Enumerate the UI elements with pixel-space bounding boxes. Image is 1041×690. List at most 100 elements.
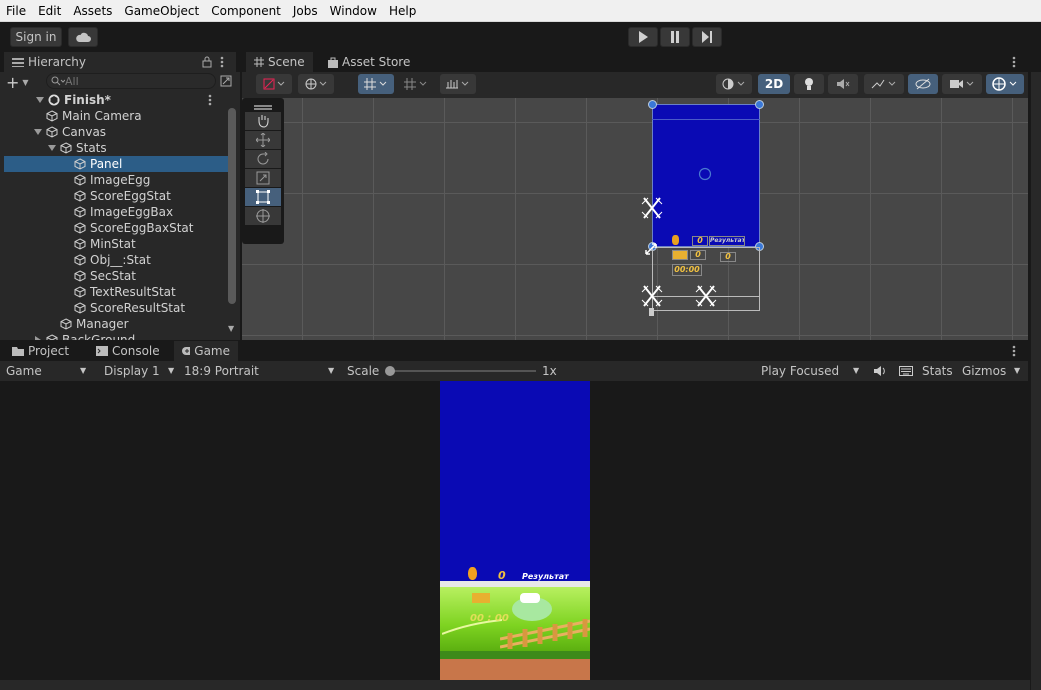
gameobject-cube-icon — [74, 190, 86, 202]
scale-value: 1x — [542, 364, 557, 378]
handle-top-left[interactable] — [648, 100, 657, 109]
hierarchy-item-background[interactable]: BackGround — [0, 332, 224, 340]
hierarchy-search-input[interactable] — [65, 74, 205, 88]
2d-toggle-button[interactable]: 2D — [758, 74, 790, 94]
menu-jobs[interactable]: Jobs — [287, 0, 324, 22]
menu-help[interactable]: Help — [383, 0, 422, 22]
hierarchy-item-label: ScoreResultStat — [90, 301, 186, 315]
rotate-tool-button[interactable] — [245, 150, 281, 168]
hierarchy-item-label: Main Camera — [62, 109, 142, 123]
collapse-arrow-icon[interactable] — [35, 336, 41, 340]
expand-arrow-icon[interactable] — [34, 129, 42, 135]
menu-edit[interactable]: Edit — [32, 0, 67, 22]
hierarchy-item-secstat[interactable]: SecStat — [0, 268, 224, 284]
stats-button[interactable]: Stats — [922, 361, 953, 381]
anchor-icon[interactable] — [640, 284, 664, 308]
move-tool-button[interactable] — [245, 131, 281, 149]
hierarchy-item-obj-stat[interactable]: Obj__:Stat — [0, 252, 224, 268]
hierarchy-item-panel[interactable]: Panel — [4, 156, 228, 172]
egg-box-preview — [672, 250, 688, 260]
rect-tool-button[interactable] — [245, 188, 281, 206]
tab-scene[interactable]: Scene — [246, 52, 313, 72]
scene-kebab-icon[interactable] — [1012, 56, 1016, 68]
hierarchy-item-textresultstat[interactable]: TextResultStat — [0, 284, 224, 300]
scene-visibility-icon[interactable] — [220, 75, 232, 87]
effects-button[interactable] — [864, 74, 904, 94]
display-dropdown[interactable]: Display 1 ▼ — [104, 361, 180, 381]
score3-preview: 0 — [720, 252, 736, 262]
grid-snap-button[interactable] — [358, 74, 394, 94]
gizmos-dropdown[interactable]: Gizmos ▼ — [962, 361, 1026, 381]
pivot-icon[interactable] — [698, 167, 712, 181]
tab-project[interactable]: Project — [4, 341, 77, 361]
shading-mode-button[interactable] — [716, 74, 752, 94]
gizmos-toggle-button[interactable] — [986, 74, 1024, 94]
bottom-tabbar: Project Console Game — [0, 341, 1028, 361]
create-button[interactable]: + ▼ — [6, 73, 36, 92]
anchor-icon[interactable] — [694, 284, 718, 308]
lock-icon[interactable] — [202, 56, 212, 68]
keyboard-icon[interactable] — [899, 365, 913, 377]
tab-asset-store[interactable]: Asset Store — [320, 52, 418, 72]
anchor-icon[interactable] — [640, 196, 664, 220]
game-view-dropdown[interactable]: Game ▼ — [6, 361, 92, 381]
grid-snap-icon — [364, 78, 387, 90]
hierarchy-item-imageeggbax[interactable]: ImageEggBax — [0, 204, 224, 220]
hierarchy-item-label: Panel — [90, 157, 123, 171]
hierarchy-item-stats[interactable]: Stats — [0, 140, 224, 156]
hierarchy-item-manager[interactable]: Manager — [0, 316, 224, 332]
step-button[interactable] — [692, 27, 722, 47]
tab-console[interactable]: Console — [88, 341, 168, 361]
egg-image-preview — [672, 235, 679, 245]
play-button[interactable] — [628, 27, 658, 47]
kebab-menu-icon[interactable] — [220, 56, 224, 68]
aspect-dropdown[interactable]: 18:9 Portrait ▼ — [184, 361, 338, 381]
transform-tool-button[interactable] — [245, 207, 281, 225]
menu-file[interactable]: File — [0, 0, 32, 22]
handle-top-right[interactable] — [755, 100, 764, 109]
palette-handle[interactable] — [245, 101, 281, 111]
scale-slider-track[interactable] — [390, 370, 536, 372]
small-handle[interactable] — [649, 308, 654, 316]
hierarchy-item-minstat[interactable]: MinStat — [0, 236, 224, 252]
bottom-kebab-icon[interactable] — [1012, 345, 1016, 357]
hierarchy-search[interactable] — [46, 73, 216, 89]
inspector-tab-edge[interactable] — [1031, 52, 1041, 72]
speaker-icon[interactable] — [873, 365, 887, 377]
game-view[interactable]: 0 Результат 00 : 00 — [0, 381, 1028, 680]
lighting-toggle-button[interactable] — [794, 74, 824, 94]
audio-toggle-button[interactable] — [828, 74, 858, 94]
snap-increment-button[interactable] — [398, 74, 434, 94]
menu-gameobject[interactable]: GameObject — [118, 0, 205, 22]
hierarchy-item-scoreeggbaxstat[interactable]: ScoreEggBaxStat — [0, 220, 224, 236]
console-icon — [96, 346, 108, 356]
scale-slider-thumb[interactable] — [385, 366, 395, 376]
scroll-down-icon[interactable]: ▼ — [228, 324, 234, 333]
play-focused-dropdown[interactable]: Play Focused ▼ — [761, 361, 865, 381]
camera-settings-button[interactable] — [942, 74, 982, 94]
pause-button[interactable] — [660, 27, 690, 47]
draw-mode-button[interactable] — [256, 74, 292, 94]
menu-assets[interactable]: Assets — [67, 0, 118, 22]
scene-row[interactable]: Finish* — [36, 92, 226, 108]
expand-arrow-icon[interactable] — [48, 145, 56, 151]
hierarchy-item-scoreresultstat[interactable]: ScoreResultStat — [0, 300, 224, 316]
hierarchy-item-imageegg[interactable]: ImageEgg — [0, 172, 224, 188]
sign-in-button[interactable]: Sign in — [10, 27, 62, 47]
hierarchy-item-canvas[interactable]: Canvas — [0, 124, 224, 140]
hidden-objects-button[interactable] — [908, 74, 938, 94]
scene-viewport[interactable]: 0 Результат 0 0 00:00 — [242, 98, 1028, 340]
scale-tool-button[interactable] — [245, 169, 281, 187]
menu-window[interactable]: Window — [324, 0, 383, 22]
global-toggle-button[interactable] — [298, 74, 334, 94]
menu-component[interactable]: Component — [205, 0, 287, 22]
tab-game[interactable]: Game — [174, 341, 238, 361]
increment-snap-button[interactable] — [440, 74, 476, 94]
hierarchy-item-scoreeggstat[interactable]: ScoreEggStat — [0, 188, 224, 204]
hierarchy-item-main-camera[interactable]: Main Camera — [0, 108, 224, 124]
cloud-button[interactable] — [68, 27, 98, 47]
hierarchy-scrollbar[interactable] — [228, 108, 236, 304]
scene-kebab-icon[interactable] — [208, 94, 212, 106]
hand-tool-button[interactable] — [245, 112, 281, 130]
scene-name: Finish* — [64, 93, 111, 107]
